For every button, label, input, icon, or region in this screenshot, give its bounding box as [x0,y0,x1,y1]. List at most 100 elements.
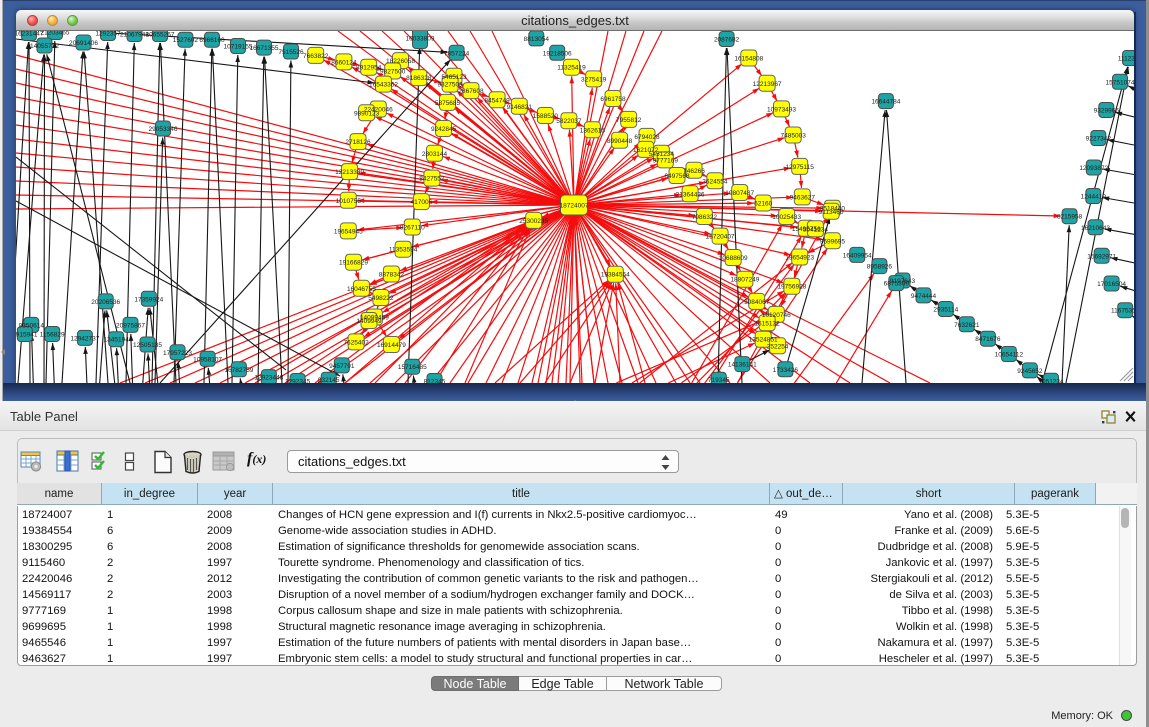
svg-text:1010755: 1010755 [336,198,362,205]
svg-text:16154808: 16154808 [734,56,763,63]
svg-text:16644784: 16644784 [871,99,900,106]
svg-text:12213967: 12213967 [753,81,782,88]
svg-text:1292357: 1292357 [95,31,121,38]
svg-text:12975115: 12975115 [785,164,814,171]
svg-text:11675358: 11675358 [1111,308,1134,315]
svg-text:6966160: 6966160 [199,37,225,44]
svg-text:10120746: 10120746 [762,312,791,319]
svg-text:6497568: 6497568 [664,173,690,180]
svg-text:417006: 417006 [411,199,433,206]
svg-text:10973493: 10973493 [767,106,796,113]
svg-text:8186328: 8186328 [406,75,432,82]
svg-text:12505135: 12505135 [133,342,162,349]
svg-text:7663822: 7663822 [303,53,329,60]
svg-text:12923448: 12923448 [254,375,283,382]
svg-text:9777169: 9777169 [653,157,679,164]
svg-text:15751074: 15751074 [1106,79,1134,86]
svg-text:14136141: 14136141 [728,362,757,369]
svg-text:9463627: 9463627 [790,194,816,201]
svg-text:19654923: 19654923 [785,255,814,262]
svg-text:252254: 252254 [767,343,789,350]
svg-text:16914479: 16914479 [377,342,406,349]
svg-text:14055712: 14055712 [30,43,59,50]
svg-text:18807249: 18807249 [730,277,759,284]
svg-text:1527602: 1527602 [173,37,199,44]
svg-text:5822037: 5822037 [556,118,582,125]
svg-text:9890123: 9890123 [354,110,380,117]
svg-text:9146821: 9146821 [507,104,533,111]
svg-text:8878342: 8878342 [379,272,405,279]
svg-text:8990448: 8990448 [607,138,633,145]
svg-text:7857224: 7857224 [444,50,470,57]
svg-text:15716485: 15716485 [398,364,427,371]
svg-text:3624554: 3624554 [702,178,728,185]
svg-text:17957223: 17957223 [163,350,192,357]
svg-text:1733426: 1733426 [773,367,799,374]
svg-text:5875685: 5875685 [435,100,461,107]
svg-text:1345194: 1345194 [104,337,130,344]
svg-text:12093872: 12093872 [1079,165,1108,172]
svg-text:9474444: 9474444 [911,293,937,300]
svg-text:9242845: 9242845 [431,126,457,133]
svg-text:10025433: 10025433 [772,214,801,221]
svg-text:1409949: 1409949 [356,318,382,325]
svg-text:19654945: 19654945 [334,228,363,235]
svg-text:2867608: 2867608 [458,88,484,95]
svg-text:18724007: 18724007 [560,203,589,210]
svg-text:20206536: 20206536 [91,299,120,306]
svg-text:12942737: 12942737 [70,335,99,342]
svg-text:25300235: 25300235 [519,218,548,225]
svg-text:8813054: 8813054 [524,36,550,43]
svg-text:1156829: 1156829 [40,332,65,339]
svg-text:8660124: 8660124 [331,59,357,66]
svg-text:2935114: 2935114 [933,307,958,314]
svg-text:11353594: 11353594 [389,247,418,254]
svg-text:7625402: 7625402 [343,339,369,346]
svg-text:2718126: 2718126 [345,139,371,146]
svg-text:9227342: 9227342 [1086,136,1112,143]
svg-text:19384554: 19384554 [601,272,630,279]
svg-text:10719155: 10719155 [224,44,253,51]
svg-text:1362615: 1362615 [580,127,606,134]
svg-text:11325419: 11325419 [557,65,586,72]
svg-text:6794028: 6794028 [634,134,660,141]
svg-text:16033809: 16033809 [406,36,435,43]
svg-text:19756928: 19756928 [777,284,806,291]
svg-text:62160: 62160 [754,201,772,208]
svg-text:7485003: 7485003 [781,133,807,140]
svg-text:21364436: 21364436 [676,191,705,198]
svg-text:8958926: 8958926 [867,264,893,271]
svg-text:10958107: 10958107 [193,356,222,363]
svg-text:17016504: 17016504 [1097,281,1126,288]
svg-text:9827500: 9827500 [380,69,406,76]
svg-text:15692971: 15692971 [1087,253,1116,260]
svg-text:3275419: 3275419 [581,76,607,83]
svg-text:9084067: 9084067 [744,299,770,306]
svg-text:7632621: 7632621 [954,322,980,329]
svg-text:9350614: 9350614 [19,322,45,329]
svg-text:20691406: 20691406 [69,40,98,47]
svg-text:8912954: 8912954 [356,65,382,72]
svg-text:19166829: 19166829 [339,260,368,267]
svg-text:16210643: 16210643 [1081,225,1110,232]
svg-text:6961758: 6961758 [600,96,626,103]
svg-text:10688609: 10688609 [719,255,748,262]
svg-text:1112345: 1112345 [1118,56,1134,63]
svg-text:5041234: 5041234 [803,226,829,233]
svg-text:20975867: 20975867 [116,322,145,329]
svg-text:16671355: 16671355 [250,45,279,52]
svg-text:29053346: 29053346 [149,126,178,133]
svg-text:6875309: 6875309 [884,281,910,288]
svg-text:1244419: 1244419 [1081,194,1107,201]
svg-text:10655267: 10655267 [146,32,175,39]
svg-text:9457791: 9457791 [329,363,355,370]
svg-text:15720407: 15720407 [706,234,735,241]
svg-text:2803144: 2803144 [422,151,448,158]
svg-text:1588520: 1588520 [533,113,559,120]
svg-text:7515526: 7515526 [278,49,304,56]
svg-text:9699695: 9699695 [820,238,846,245]
svg-text:12213389: 12213389 [335,169,364,176]
svg-text:8267110: 8267110 [400,225,425,232]
svg-text:3915941: 3915941 [16,332,38,339]
svg-text:5465123: 5465123 [441,74,467,81]
